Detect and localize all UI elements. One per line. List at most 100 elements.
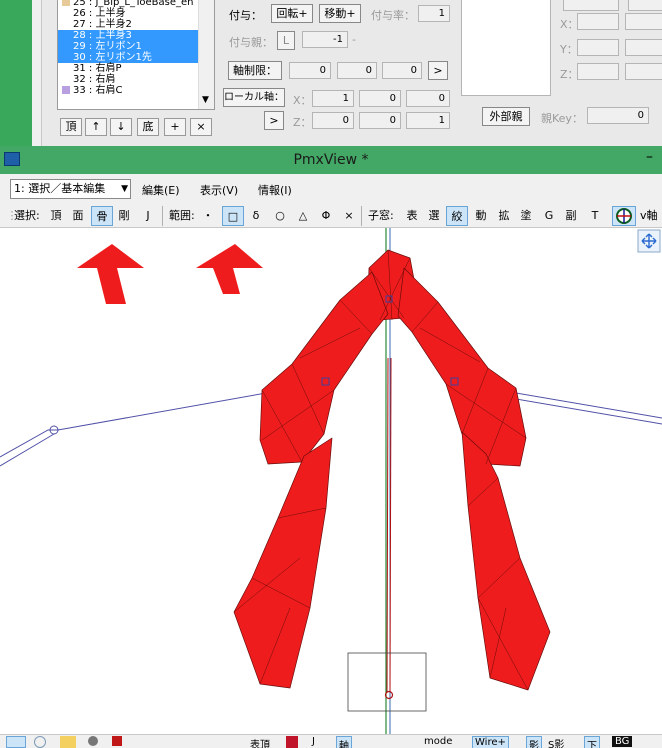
child-sub-button[interactable]: 副 — [563, 206, 579, 226]
right-x-field-2[interactable] — [625, 13, 662, 30]
range-rect-button[interactable]: □ — [222, 206, 244, 226]
menu-info[interactable]: 情報(I) — [258, 182, 292, 198]
status-top-label[interactable]: 表頂 — [250, 736, 270, 748]
axis-toggle-button[interactable] — [612, 206, 636, 226]
top-right-field[interactable] — [563, 0, 619, 11]
bone-list-item[interactable]: 28 : 上半身3 — [58, 30, 214, 41]
local-x-1[interactable]: 1 — [312, 90, 354, 107]
bone-color-swatch — [62, 9, 70, 17]
bone-list-item[interactable]: 27 : 上半身2 — [58, 19, 214, 30]
title-bar[interactable]: PmxView * – — [0, 146, 662, 174]
status-bg-button[interactable]: BG — [612, 736, 633, 747]
status-light-icon[interactable] — [60, 736, 76, 748]
child-paint-button[interactable]: 塗 — [518, 206, 534, 226]
axis-gizmo-icon — [616, 208, 632, 224]
select-bone-button[interactable]: 骨 — [91, 206, 113, 226]
status-dot-icon[interactable] — [88, 736, 98, 746]
status-bottom-button[interactable]: 下 — [584, 736, 600, 748]
annotation-arrow-right — [196, 244, 263, 294]
grant-parent-field[interactable]: -1 — [302, 31, 348, 48]
bone-list-item[interactable]: 31 : 右肩P — [58, 63, 214, 74]
range-circle-button[interactable]: ○ — [272, 206, 288, 226]
bone-list-scrollbar[interactable]: ▼ — [198, 0, 214, 109]
grant-rate-field[interactable]: 1 — [418, 5, 450, 22]
color-swatch[interactable] — [286, 736, 298, 748]
add-bone-button[interactable]: + — [164, 118, 186, 136]
local-axis-button[interactable]: ローカル軸： — [223, 88, 285, 107]
grant-rotate-button[interactable]: 回転+ — [271, 4, 313, 23]
range-point-button[interactable]: ・ — [200, 206, 216, 226]
top-right-field-2[interactable] — [628, 0, 662, 11]
3d-viewport[interactable] — [0, 228, 662, 734]
select-rigid-button[interactable]: 剛 — [116, 206, 132, 226]
bone-color-swatch — [62, 75, 70, 83]
move-up-button[interactable]: ↑ — [85, 118, 107, 136]
grant-move-button[interactable]: 移動+ — [319, 4, 361, 23]
axis-limit-z[interactable]: 0 — [382, 62, 422, 79]
move-down-button[interactable]: ↓ — [110, 118, 132, 136]
bone-list-item[interactable]: 29 : 左リボン1 — [58, 41, 214, 52]
select-joint-button[interactable]: J — [140, 206, 156, 226]
right-z-field[interactable] — [577, 63, 619, 80]
local-z-3[interactable]: 1 — [406, 112, 450, 129]
bone-list-item[interactable]: 32 : 右肩 — [58, 74, 214, 85]
axis-limit-arrow-button[interactable]: > — [428, 61, 448, 80]
range-delta-button[interactable]: δ — [248, 206, 264, 226]
right-z-label: Z： — [560, 68, 579, 81]
status-red-icon[interactable] — [112, 736, 122, 746]
child-narrow-button[interactable]: 絞 — [446, 206, 468, 226]
status-circle-icon[interactable] — [34, 736, 46, 748]
range-clear-button[interactable]: × — [341, 206, 357, 226]
range-triangle-button[interactable]: △ — [295, 206, 311, 226]
menu-view[interactable]: 表示(V) — [200, 182, 238, 198]
local-z-2[interactable]: 0 — [359, 112, 401, 129]
scroll-down-icon[interactable]: ▼ — [202, 95, 209, 105]
child-select-button[interactable]: 選 — [426, 206, 442, 226]
range-phi-button[interactable]: Φ — [318, 206, 334, 226]
right-y-field[interactable] — [577, 39, 619, 56]
status-j-label[interactable]: J — [312, 736, 315, 747]
local-axis-arrow-button[interactable]: > — [264, 111, 284, 130]
axis-limit-button[interactable]: 軸制限： — [228, 61, 282, 80]
bone-list[interactable]: 25 : J_Bip_L_ToeBase_en 26 : 上半身 27 : 上半身2… — [57, 0, 215, 110]
child-t-button[interactable]: T — [587, 206, 603, 226]
local-z-1[interactable]: 0 — [312, 112, 354, 129]
parent-key-label: 親Key： — [541, 112, 583, 125]
grant-parent-button[interactable]: L — [277, 31, 295, 50]
bone-list-item[interactable]: 26 : 上半身 — [58, 8, 214, 19]
local-x-2[interactable]: 0 — [359, 90, 401, 107]
right-z-field-2[interactable] — [625, 63, 662, 80]
status-toggle-icon[interactable] — [6, 736, 26, 748]
child-table-button[interactable]: 表 — [404, 206, 420, 226]
bone-list-item[interactable]: 30 : 左リボン1先 — [58, 52, 214, 63]
axis-limit-x[interactable]: 0 — [289, 62, 331, 79]
window-title: PmxView * — [293, 152, 369, 168]
child-scale-button[interactable]: 拡 — [496, 206, 512, 226]
status-axis-button[interactable]: 軸 — [336, 736, 352, 748]
select-face-button[interactable]: 面 — [70, 206, 86, 226]
mode-select[interactable]: 1: 選択／基本編集 ▼ — [10, 179, 131, 199]
status-shadow-button[interactable]: 影 — [526, 736, 542, 748]
delete-bone-button[interactable]: × — [190, 118, 212, 136]
status-sshadow-button[interactable]: S影 — [548, 736, 564, 748]
local-x-3[interactable]: 0 — [406, 90, 450, 107]
right-y-field-2[interactable] — [625, 39, 662, 56]
child-move-button[interactable]: 動 — [473, 206, 489, 226]
move-top-button[interactable]: 頂 — [60, 118, 82, 136]
select-vertex-button[interactable]: 頂 — [48, 206, 64, 226]
minimize-icon[interactable]: – — [646, 150, 658, 164]
status-mode-select[interactable]: mode — [424, 736, 452, 747]
right-x-field[interactable] — [577, 13, 619, 30]
parent-key-field[interactable]: 0 — [587, 107, 649, 124]
external-parent-button[interactable]: 外部親 — [482, 107, 530, 126]
preview-panel — [461, 0, 551, 96]
menu-edit[interactable]: 編集(E) — [142, 182, 180, 198]
status-wire-button[interactable]: Wire+ — [472, 736, 509, 748]
bone-color-swatch — [62, 31, 70, 39]
axis-limit-y[interactable]: 0 — [337, 62, 377, 79]
child-g-button[interactable]: G — [541, 206, 557, 226]
bone-list-item[interactable]: 33 : 右肩C — [58, 85, 214, 96]
move-bottom-button[interactable]: 底 — [137, 118, 159, 136]
bone-list-item[interactable]: 25 : J_Bip_L_ToeBase_en — [58, 0, 214, 8]
v-axis-button[interactable]: v軸 — [640, 206, 658, 226]
